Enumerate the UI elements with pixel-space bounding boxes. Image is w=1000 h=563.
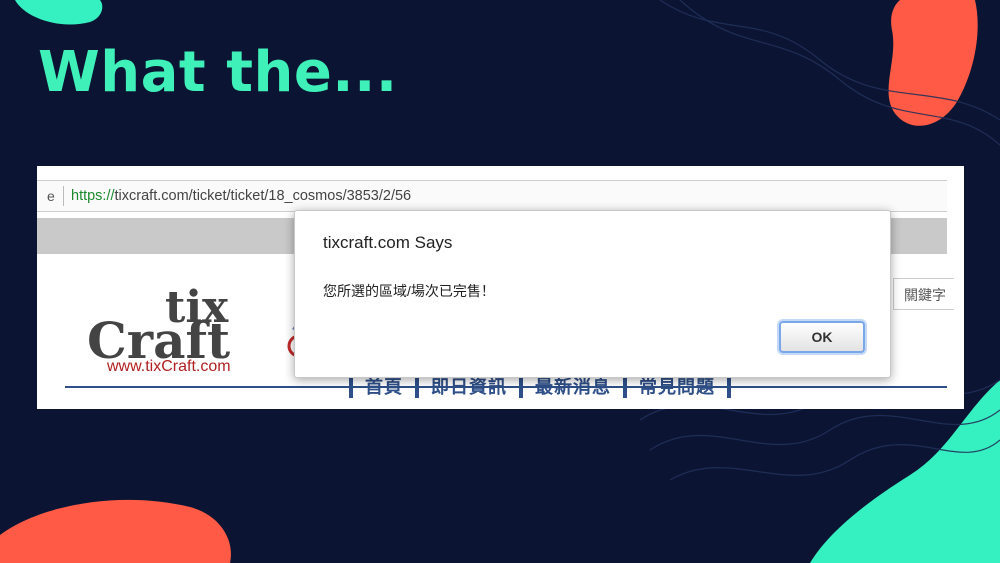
bottom-left-blob	[0, 499, 231, 563]
url-prefix: e	[47, 188, 55, 204]
keyword-label: 關鍵字	[904, 287, 946, 303]
address-bar[interactable]: e https://tixcraft.com/ticket/ticket/18_…	[37, 180, 947, 212]
slide: What the... e https://tixcraft.com/ticke…	[0, 0, 1000, 563]
dialog-message: 您所選的區域/場次已完售！	[323, 283, 495, 299]
top-left-blob	[15, 0, 103, 25]
url-path: tixcraft.com/ticket/ticket/18_cosmos/385…	[114, 188, 412, 204]
keyword-search-box[interactable]: 關鍵字	[893, 278, 954, 310]
slide-title: What the...	[38, 40, 398, 105]
logo-url: www.tixCraft.com	[107, 358, 231, 375]
url-separator	[63, 186, 64, 206]
url-scheme: https://	[71, 188, 115, 204]
alert-dialog: tixcraft.com Says 您所選的區域/場次已完售！ OK	[294, 210, 891, 378]
url-text: https://tixcraft.com/ticket/ticket/18_co…	[71, 188, 411, 204]
dialog-title: tixcraft.com Says	[323, 233, 453, 252]
ok-button[interactable]: OK	[779, 321, 865, 353]
